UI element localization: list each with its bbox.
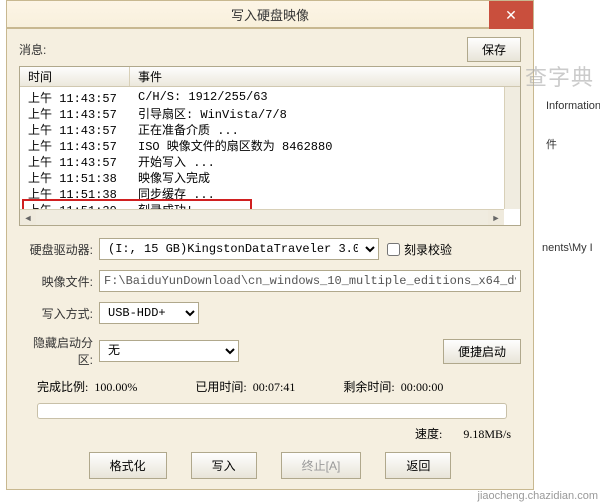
- scrollbar-horizontal[interactable]: ◄ ►: [20, 209, 504, 225]
- progress-bar: [37, 403, 507, 419]
- log-row: 上午 11:43:57ISO 映像文件的扇区数为 8462880: [20, 137, 520, 153]
- titlebar: 写入硬盘映像 ✕: [6, 0, 534, 28]
- log-box: 时间 事件 上午 11:43:57C/H/S: 1912/255/63 上午 1…: [19, 66, 521, 226]
- message-label: 消息:: [19, 41, 46, 58]
- bg-folder-text: 件: [540, 136, 600, 152]
- speed-value: 9.18MB/s: [463, 427, 511, 441]
- mode-select[interactable]: USB-HDD+: [99, 302, 199, 324]
- window-body: 消息: 保存 时间 事件 上午 11:43:57C/H/S: 1912/255/…: [6, 28, 534, 490]
- log-header: 时间 事件: [20, 67, 520, 87]
- remain-value: 00:00:00: [401, 380, 444, 394]
- hide-label: 隐藏启动分区:: [19, 334, 99, 368]
- speed-label: 速度:: [415, 427, 442, 441]
- save-button[interactable]: 保存: [467, 37, 521, 62]
- scroll-left-icon[interactable]: ◄: [20, 210, 36, 226]
- disk-select[interactable]: (I:, 15 GB)KingstonDataTraveler 3.0PMAP: [99, 238, 379, 260]
- log-header-event[interactable]: 事件: [130, 68, 520, 85]
- verify-label: 刻录校验: [404, 241, 452, 258]
- hide-partition-select[interactable]: 无: [99, 340, 239, 362]
- image-label: 映像文件:: [19, 273, 99, 290]
- elapsed-label: 已用时间:: [195, 380, 246, 394]
- progress-row: [37, 403, 521, 419]
- log-row: 上午 11:43:57开始写入 ...: [20, 153, 520, 169]
- percent-label: 完成比例:: [37, 380, 88, 394]
- disk-label: 硬盘驱动器:: [19, 241, 99, 258]
- log-body: 上午 11:43:57C/H/S: 1912/255/63 上午 11:43:5…: [20, 87, 520, 219]
- abort-button: 终止[A]: [281, 452, 362, 479]
- back-button[interactable]: 返回: [385, 452, 451, 479]
- remain-label: 剩余时间:: [343, 380, 394, 394]
- mode-label: 写入方式:: [19, 305, 99, 322]
- watermark-top: 查字典: [525, 60, 594, 92]
- verify-checkbox[interactable]: 刻录校验: [387, 241, 452, 258]
- stats-row: 完成比例: 100.00% 已用时间: 00:07:41 剩余时间: 00:00:00: [37, 378, 521, 395]
- elapsed-value: 00:07:41: [253, 380, 296, 394]
- scroll-right-icon[interactable]: ►: [488, 210, 504, 226]
- log-row: 上午 11:51:38同步缓存 ...: [20, 185, 520, 201]
- form-area: 硬盘驱动器: (I:, 15 GB)KingstonDataTraveler 3…: [19, 238, 521, 368]
- log-row: 上午 11:43:57正在准备介质 ...: [20, 121, 520, 137]
- scrollbar-vertical[interactable]: [504, 87, 520, 209]
- watermark-bottom: jiaocheng.chazidian.com: [478, 490, 598, 502]
- log-row: 上午 11:43:57C/H/S: 1912/255/63: [20, 89, 520, 105]
- log-header-time[interactable]: 时间: [20, 67, 130, 86]
- verify-checkbox-input[interactable]: [387, 243, 400, 256]
- quickboot-button[interactable]: 便捷启动: [443, 339, 521, 364]
- close-button[interactable]: ✕: [489, 1, 533, 29]
- percent-value: 100.00%: [94, 380, 137, 394]
- bg-info-text: Information: [540, 100, 600, 112]
- image-path-input[interactable]: [99, 270, 521, 292]
- log-row: 上午 11:51:38映像写入完成: [20, 169, 520, 185]
- format-button[interactable]: 格式化: [89, 452, 167, 479]
- window-title: 写入硬盘映像: [231, 5, 309, 24]
- button-row: 格式化 写入 终止[A] 返回: [19, 452, 521, 479]
- log-row: 上午 11:43:57引导扇区: WinVista/7/8: [20, 105, 520, 121]
- bg-path-text: nents\My I: [540, 242, 600, 254]
- write-button[interactable]: 写入: [191, 452, 257, 479]
